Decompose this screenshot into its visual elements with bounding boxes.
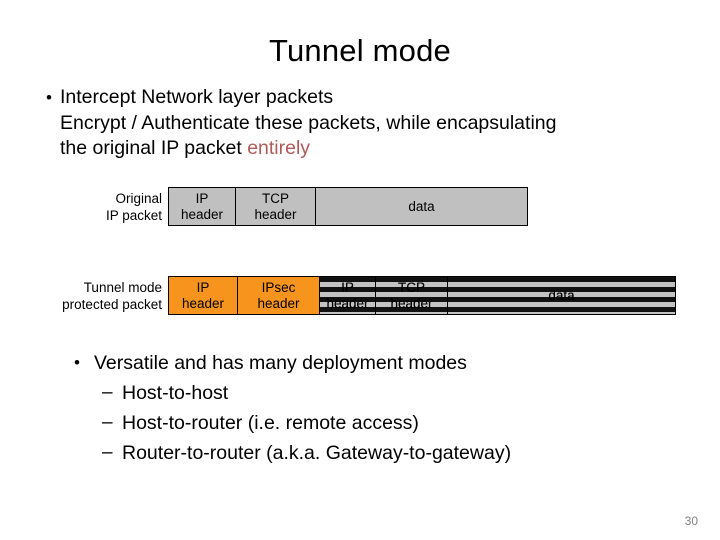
bullet-line-1: Intercept Network layer packets (60, 86, 334, 108)
bullet-line-3-accent: entirely (247, 137, 311, 159)
bullet-line-3-prefix: the original IP packet (60, 137, 248, 159)
diagram-tunnel-label-line1: Tunnel mode (83, 279, 162, 295)
packet-segment-ip-header-line1: IP (195, 191, 209, 206)
page-title: Tunnel mode (269, 33, 451, 68)
diagram-original-label-line1: Original (115, 190, 162, 206)
diagram-tunnel-protected-packet: Tunnel mode protected packet IP header I… (18, 276, 676, 315)
bullet-line-3: the original IP packet entirely (60, 136, 678, 162)
packet-segment-encrypted-data: data (447, 277, 675, 314)
bottom-bullet-label-1: Host-to-host (122, 382, 229, 404)
packet-segment-ipsec-header-line1: IPsec (261, 280, 296, 295)
packet-segment-tcp-header-line2: header (254, 206, 297, 222)
diagram-original-ip-packet: Original IP packet IP header TCP header … (40, 187, 528, 226)
packet-segment-outer-ip-header: IP header (169, 277, 237, 314)
page-number: 30 (684, 514, 698, 528)
dash-marker-icon: – (102, 412, 113, 433)
packet-segment-encrypted-ip-header-line1: IP (341, 280, 354, 295)
bottom-bullet-label-0: Versatile and has many deployment modes (94, 352, 467, 374)
packet-segment-encrypted-data-line1: data (548, 287, 575, 303)
bottom-bullet-item-0: • Versatile and has many deployment mode… (74, 348, 674, 378)
packet-segment-outer-ip-header-line1: IP (196, 280, 210, 295)
packet-segment-tcp-header-line1: TCP (262, 191, 289, 206)
packet-segment-encrypted-tcp-header-line2: header (390, 295, 433, 311)
bottom-bullet-label-3: Router-to-router (a.k.a. Gateway-to-gate… (122, 442, 512, 464)
diagram-original-label: Original IP packet (40, 190, 168, 224)
bottom-bullet-list: • Versatile and has many deployment mode… (74, 348, 674, 468)
packet-segment-ipsec-header: IPsec header (237, 277, 319, 314)
packet-segment-ipsec-header-line2: header (257, 295, 300, 311)
packet-segment-tcp-header: TCP header (235, 188, 315, 225)
bottom-bullet-item-1: – Host-to-host (74, 378, 674, 408)
diagram-tunnel-label-line2: protected packet (62, 296, 162, 312)
packet-segment-data-line1: data (408, 198, 435, 214)
bullet-marker-icon: • (74, 353, 80, 372)
packet-segment-encrypted-ip-header: IP header (319, 277, 375, 314)
bullet-text-block: Intercept Network layer packets Encrypt … (60, 85, 678, 162)
packet-segment-ip-header-line2: header (180, 206, 224, 222)
packet-segment-outer-ip-header-line2: header (181, 295, 225, 311)
top-bullet-list: • Intercept Network layer packets Encryp… (38, 85, 678, 162)
packet-bar-original: IP header TCP header data (168, 187, 528, 226)
bullet-item-intercept: • Intercept Network layer packets Encryp… (38, 85, 678, 162)
bullet-marker-icon: • (46, 88, 52, 107)
bottom-bullet-item-2: – Host-to-router (i.e. remote access) (74, 408, 674, 438)
packet-bar-tunnel: IP header IPsec header IP header TCP hea… (168, 276, 676, 315)
packet-segment-ip-header: IP header (169, 188, 235, 225)
bottom-bullet-label-2: Host-to-router (i.e. remote access) (122, 412, 419, 434)
packet-segment-encrypted-tcp-header: TCP header (375, 277, 447, 314)
diagram-original-label-line2: IP packet (105, 207, 162, 223)
packet-segment-encrypted-tcp-header-line1: TCP (398, 280, 425, 295)
packet-segment-encrypted-ip-header-line2: header (326, 295, 369, 311)
bullet-line-2: Encrypt / Authenticate these packets, wh… (60, 111, 557, 134)
bottom-bullet-item-3: – Router-to-router (a.k.a. Gateway-to-ga… (74, 438, 674, 468)
packet-segment-data: data (315, 188, 527, 225)
dash-marker-icon: – (102, 382, 113, 403)
diagram-tunnel-label: Tunnel mode protected packet (18, 279, 168, 313)
dash-marker-icon: – (102, 442, 113, 463)
